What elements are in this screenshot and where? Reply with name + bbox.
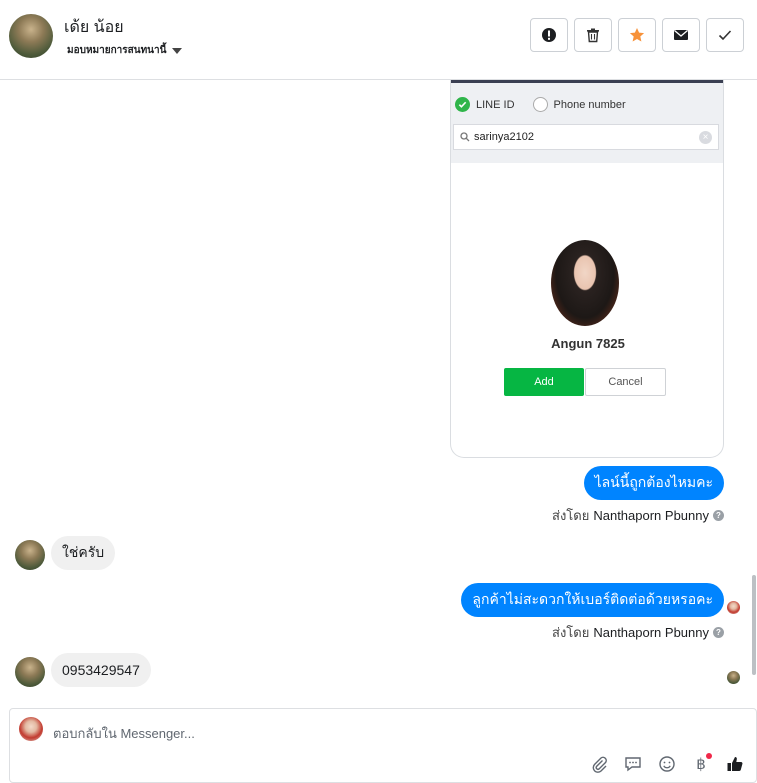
option-line-id: LINE ID [476, 98, 515, 111]
search-icon [460, 132, 470, 142]
sent-by-prefix: ส่งโดย [552, 508, 590, 523]
sender-avatar[interactable] [15, 657, 45, 687]
line-add-button: Add [504, 368, 584, 396]
radio-empty-icon [532, 97, 548, 112]
shared-image-line-add-friend[interactable]: LINE ID Phone number sarinya2102 × Angun… [450, 80, 724, 458]
header-actions [530, 18, 744, 52]
message-bubble-outgoing[interactable]: ลูกค้าไม่สะดวกให้เบอร์ติดต่อด้วยหรอคะ [461, 583, 724, 617]
trash-icon [587, 28, 599, 43]
profile-name: Angun 7825 [551, 336, 625, 351]
seen-avatar [727, 601, 740, 614]
notification-dot [706, 753, 712, 759]
sent-by-name[interactable]: Nanthaporn Pbunny [593, 508, 709, 523]
smiley-icon [659, 756, 675, 772]
reply-composer: ตอบกลับใน Messenger... ฿ [9, 708, 757, 783]
sender-avatar[interactable] [15, 540, 45, 570]
message-thread: LINE ID Phone number sarinya2102 × Angun… [0, 80, 757, 702]
search-type-options: LINE ID Phone number [455, 97, 626, 112]
reply-input[interactable]: ตอบกลับใน Messenger... [53, 723, 195, 744]
sent-by-label: ส่งโดย Nanthaporn Pbunny ? [552, 622, 724, 643]
profile-photo [551, 240, 619, 326]
sent-by-label: ส่งโดย Nanthaporn Pbunny ? [552, 505, 724, 526]
mark-unread-button[interactable] [662, 18, 700, 52]
message-bubble-incoming[interactable]: 0953429547 [51, 653, 151, 687]
saved-replies-button[interactable] [622, 753, 644, 775]
contact-name[interactable]: เด้ย น้อย [64, 15, 124, 40]
alert-icon [542, 28, 556, 42]
message-bubble-outgoing[interactable]: ไลน์นี้ถูกต้องไหมคะ [583, 466, 724, 500]
scrollbar[interactable] [752, 575, 756, 675]
assign-conversation-dropdown[interactable]: มอบหมายการสนทนานี้ [67, 43, 183, 58]
attach-button[interactable] [588, 753, 610, 775]
baht-icon: ฿ [696, 756, 706, 773]
check-circle-icon [455, 97, 470, 112]
contact-avatar[interactable] [9, 14, 53, 58]
like-button[interactable] [724, 753, 746, 775]
checkmark-icon [718, 30, 732, 41]
sent-by-name[interactable]: Nanthaporn Pbunny [593, 625, 709, 640]
seen-avatar [727, 671, 740, 684]
star-icon [629, 28, 645, 42]
delete-button[interactable] [574, 18, 612, 52]
emoji-button[interactable] [656, 753, 678, 775]
help-icon[interactable]: ? [713, 510, 724, 521]
chat-bubble-icon [625, 757, 641, 772]
help-icon[interactable]: ? [713, 627, 724, 638]
composer-tools: ฿ [588, 753, 746, 775]
envelope-icon [674, 30, 688, 40]
thumbs-up-icon [727, 757, 743, 772]
message-bubble-incoming[interactable]: ใช่ครับ [51, 536, 116, 570]
star-button[interactable] [618, 18, 656, 52]
caret-down-icon [172, 47, 183, 54]
paperclip-icon [592, 756, 607, 773]
conversation-header: เด้ย น้อย มอบหมายการสนทนานี้ [0, 0, 757, 80]
line-cancel-button: Cancel [585, 368, 666, 396]
option-phone-number: Phone number [553, 98, 626, 111]
sent-by-prefix: ส่งโดย [552, 625, 590, 640]
page-avatar [19, 717, 43, 741]
mark-spam-button[interactable] [530, 18, 568, 52]
assign-label: มอบหมายการสนทนานี้ [67, 45, 167, 56]
line-search-field: sarinya2102 × [453, 124, 719, 150]
clear-icon: × [699, 131, 712, 144]
payment-button[interactable]: ฿ [690, 753, 712, 775]
line-search-value: sarinya2102 [474, 131, 534, 143]
mark-done-button[interactable] [706, 18, 744, 52]
image-search-panel: LINE ID Phone number sarinya2102 × [451, 83, 723, 163]
